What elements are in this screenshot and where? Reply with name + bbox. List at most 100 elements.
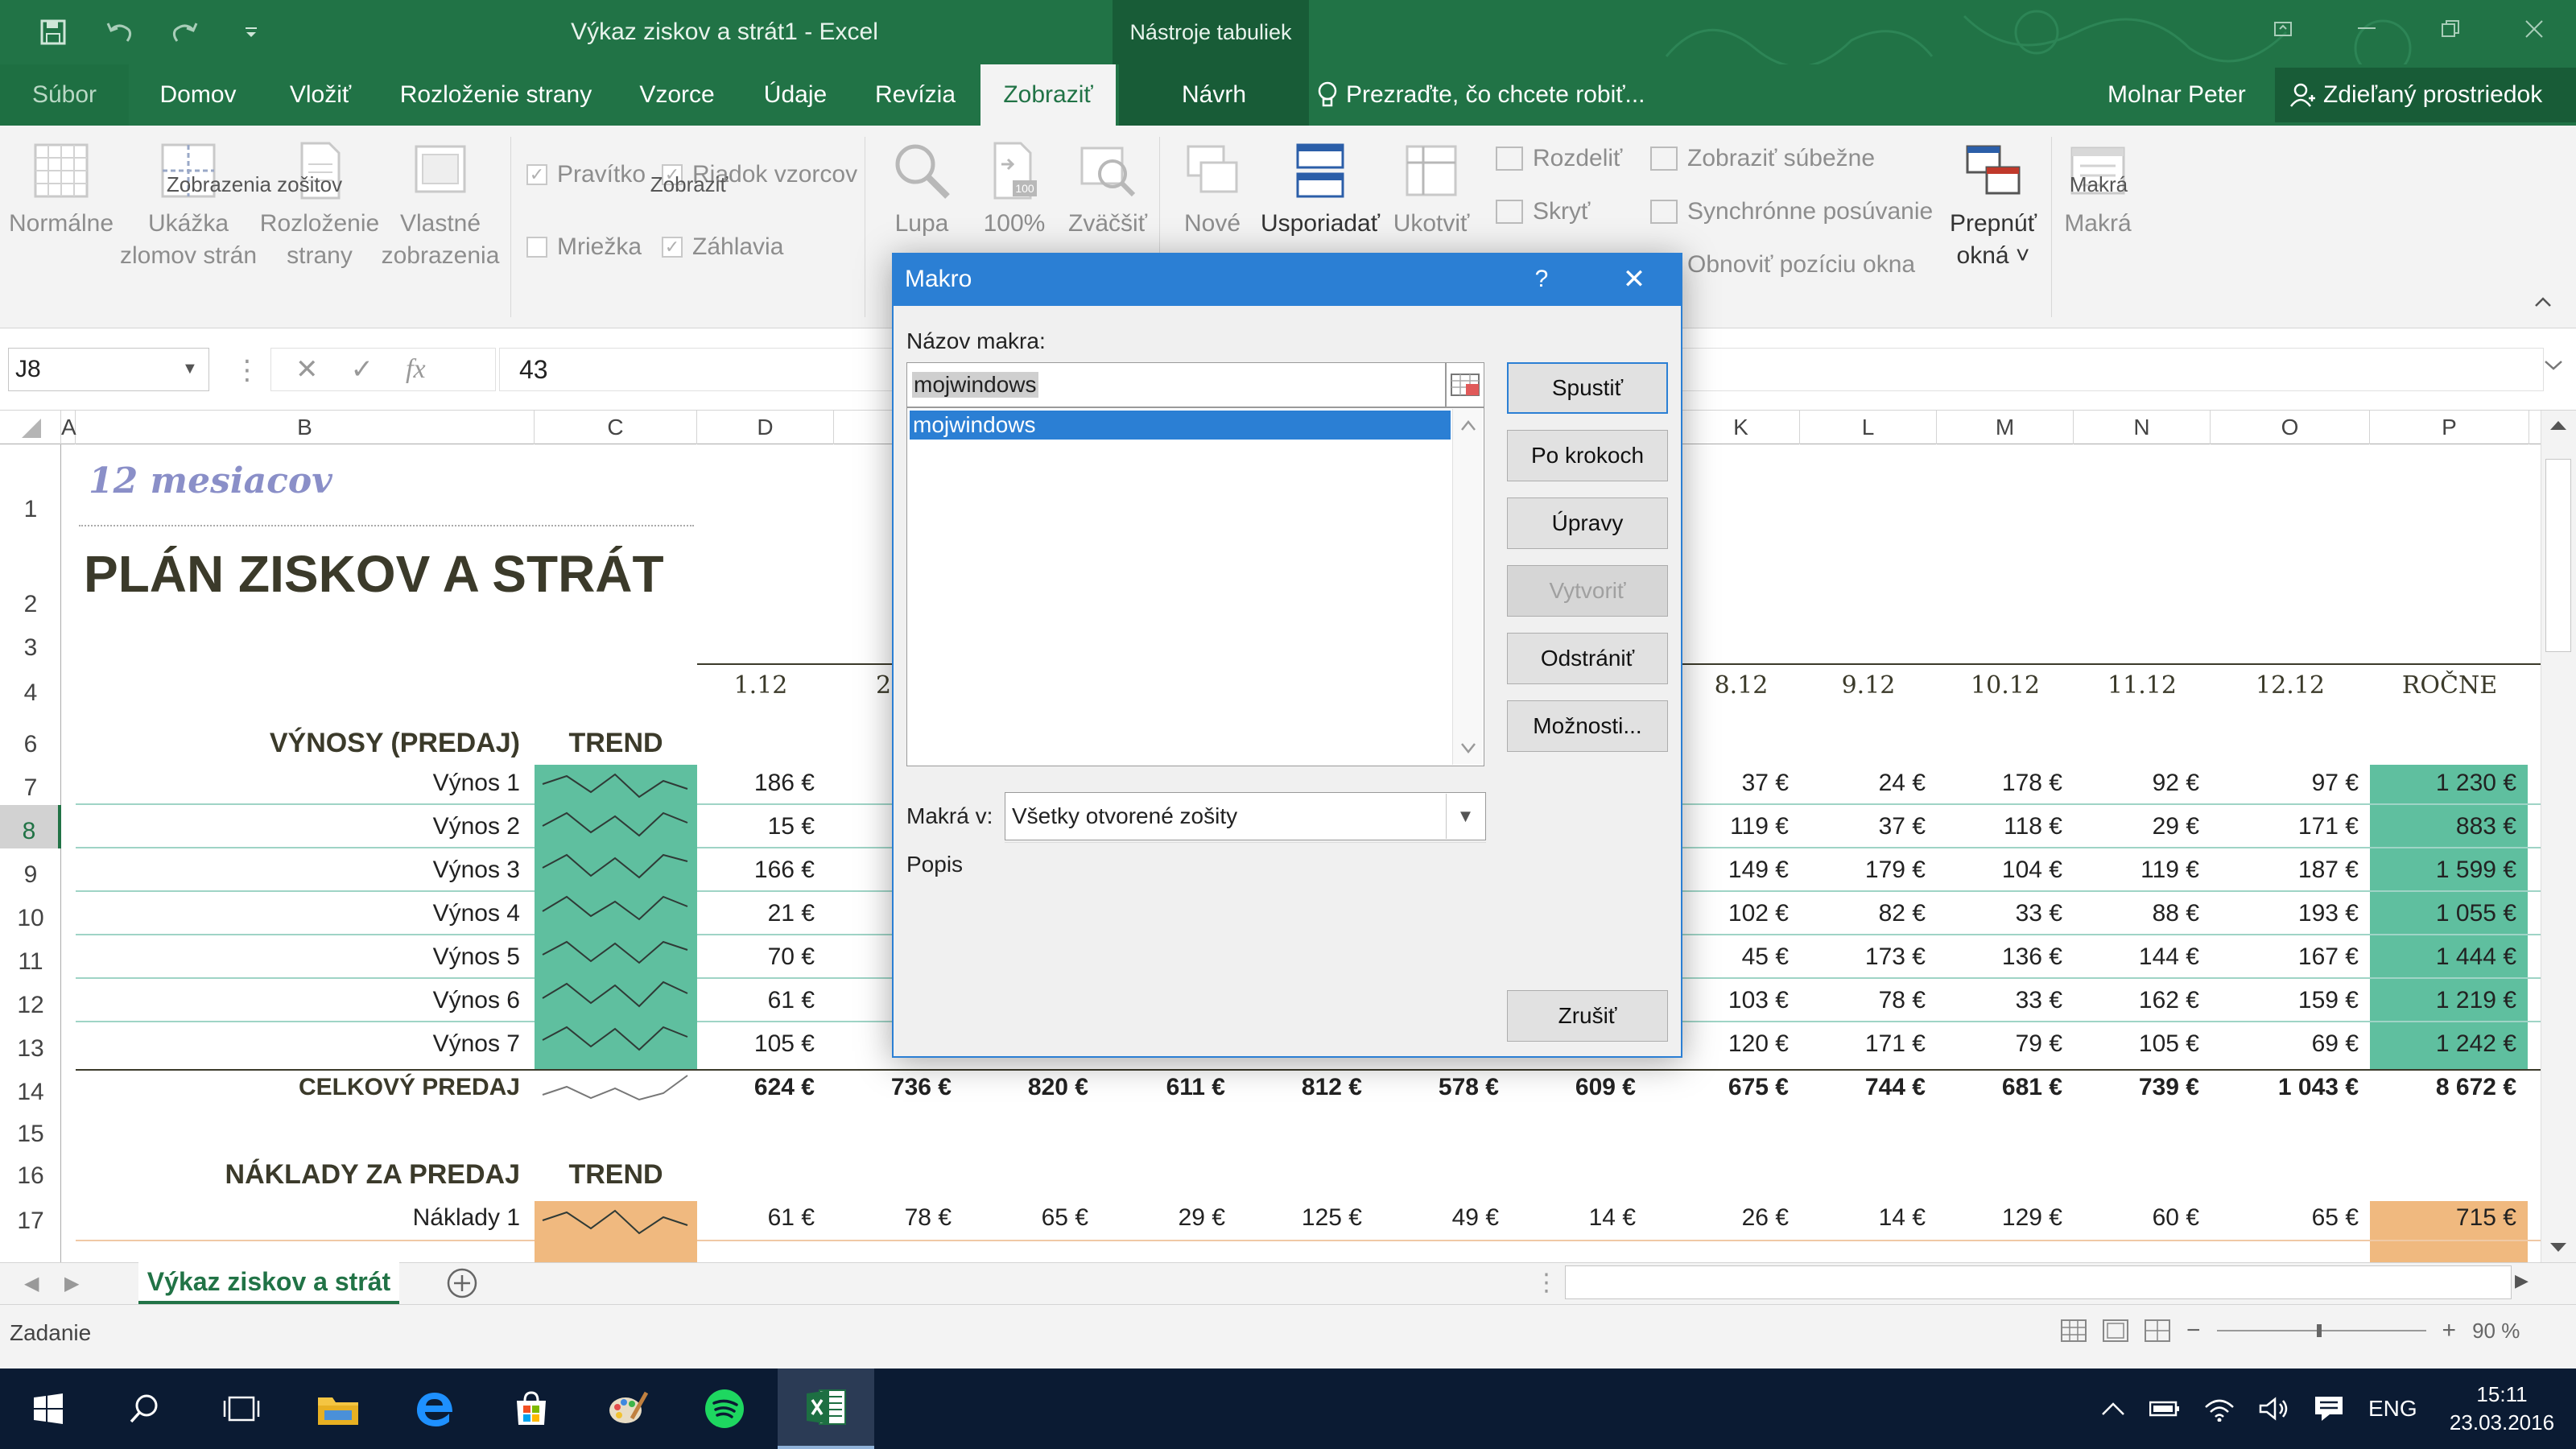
row-header[interactable]: 9 xyxy=(0,848,61,892)
column-header[interactable]: K xyxy=(1682,411,1800,444)
horizontal-scrollbar[interactable] xyxy=(1565,1265,2512,1299)
paint-button[interactable] xyxy=(580,1368,676,1449)
row-header[interactable]: 12 xyxy=(0,979,61,1022)
row-header[interactable]: 16 xyxy=(0,1151,61,1193)
volume-icon[interactable] xyxy=(2259,1396,2289,1422)
column-header[interactable]: C xyxy=(535,411,697,444)
cell-value[interactable]: 105 € xyxy=(697,1030,815,1058)
help-icon[interactable]: ? xyxy=(1513,253,1570,306)
row-header-selected[interactable]: 8 xyxy=(0,805,61,848)
edge-button[interactable] xyxy=(386,1368,483,1449)
cost-value[interactable]: 78 € xyxy=(834,1204,952,1232)
total-value[interactable]: 820 € xyxy=(971,1074,1088,1101)
chevron-up-icon[interactable] xyxy=(2101,1402,2125,1416)
scroll-right-icon[interactable]: ▶ xyxy=(2515,1270,2529,1291)
tab-formulas[interactable]: Vzorce xyxy=(617,64,737,126)
row-header[interactable]: 11 xyxy=(0,935,61,979)
vertical-scroll-thumb[interactable] xyxy=(2545,459,2571,652)
share-button[interactable]: Zdieľaný prostriedok xyxy=(2275,68,2576,122)
wifi-icon[interactable] xyxy=(2204,1396,2235,1422)
total-value[interactable]: 675 € xyxy=(1655,1074,1789,1101)
total-value[interactable]: 1 043 € xyxy=(2211,1074,2359,1101)
cost-value[interactable]: 60 € xyxy=(2074,1204,2199,1232)
store-button[interactable] xyxy=(483,1368,580,1449)
cell-value[interactable]: 1 055 € xyxy=(2370,900,2516,927)
start-button[interactable] xyxy=(0,1368,97,1449)
tell-me-box[interactable]: Prezraďte, čo chcete robiť... xyxy=(1317,64,1645,126)
macro-name-input[interactable]: mojwindows xyxy=(906,362,1446,407)
expand-formula-bar-icon[interactable] xyxy=(2544,359,2563,370)
cell-value[interactable]: 69 € xyxy=(2211,1030,2359,1058)
column-header[interactable] xyxy=(834,411,894,444)
tab-review[interactable]: Revízia xyxy=(855,64,976,126)
name-box[interactable]: J8 xyxy=(8,348,209,391)
total-value[interactable]: 736 € xyxy=(834,1074,952,1101)
cell-value[interactable]: 1 444 € xyxy=(2370,943,2516,971)
cost-value[interactable]: 29 € xyxy=(1108,1204,1225,1232)
macros-in-select[interactable]: Všetky otvorené zošity xyxy=(1005,792,1486,840)
close-window-icon[interactable] xyxy=(2492,0,2576,58)
column-header[interactable]: O xyxy=(2211,411,2370,444)
clock[interactable]: 15:11 23.03.2016 xyxy=(2428,1368,2576,1449)
cell-value[interactable]: 37 € xyxy=(1800,813,1926,840)
language-indicator[interactable]: ENG xyxy=(2368,1396,2417,1422)
add-sheet-icon[interactable] xyxy=(446,1267,478,1299)
cost-value[interactable]: 65 € xyxy=(2211,1204,2359,1232)
run-button[interactable]: Spustiť xyxy=(1507,362,1668,414)
view-side-by-side-button[interactable]: Zobraziť súbežne xyxy=(1650,145,1875,172)
zoom-out-icon[interactable]: − xyxy=(2186,1317,2201,1344)
row-header[interactable]: 13 xyxy=(0,1022,61,1066)
cell-value[interactable]: 33 € xyxy=(1937,900,2062,927)
macro-list[interactable] xyxy=(906,407,1484,766)
cell-value[interactable]: 171 € xyxy=(2211,813,2359,840)
cell-value[interactable]: 171 € xyxy=(1800,1030,1926,1058)
total-value[interactable]: 681 € xyxy=(1937,1074,2062,1101)
cell-value[interactable]: 97 € xyxy=(2211,770,2359,797)
tab-home[interactable]: Domov xyxy=(142,64,254,126)
row-header[interactable]: 1 xyxy=(0,444,61,526)
enter-icon[interactable]: ✓ xyxy=(351,353,374,386)
headings-checkbox[interactable]: ✓ Záhlavia xyxy=(662,233,783,261)
cell-value[interactable]: 70 € xyxy=(697,943,815,971)
zoom-slider[interactable] xyxy=(2216,1323,2426,1339)
tab-insert[interactable]: Vložiť xyxy=(266,64,375,126)
cell-value[interactable]: 15 € xyxy=(697,813,815,840)
cell-value[interactable]: 159 € xyxy=(2211,987,2359,1014)
row-header[interactable]: 4 xyxy=(0,665,61,710)
chevron-down-icon[interactable]: ▼ xyxy=(1446,794,1484,839)
scroll-down-icon[interactable] xyxy=(2549,1241,2568,1254)
spotify-button[interactable] xyxy=(676,1368,773,1449)
total-value[interactable]: 609 € xyxy=(1518,1074,1636,1101)
select-all-corner[interactable] xyxy=(0,411,61,444)
user-name[interactable]: Molnar Peter xyxy=(2107,64,2246,126)
zoom-100-button[interactable]: 100 100% xyxy=(966,140,1063,240)
column-header[interactable]: A xyxy=(61,411,76,444)
cell-value[interactable]: 178 € xyxy=(1937,770,2062,797)
total-value[interactable]: 812 € xyxy=(1245,1074,1362,1101)
new-window-button[interactable]: Nové xyxy=(1164,140,1261,240)
sync-scroll-button[interactable]: Synchrónne posúvanie xyxy=(1650,198,1933,225)
tab-file[interactable]: Súbor xyxy=(0,64,129,126)
edit-button[interactable]: Úpravy xyxy=(1507,497,1668,549)
cell-value[interactable]: 88 € xyxy=(2074,900,2199,927)
cell-value[interactable]: 162 € xyxy=(2074,987,2199,1014)
cell-value[interactable]: 92 € xyxy=(2074,770,2199,797)
cell-value[interactable]: 118 € xyxy=(1937,813,2062,840)
cell-value[interactable]: 166 € xyxy=(697,857,815,884)
minimize-icon[interactable] xyxy=(2325,0,2409,58)
cell-value[interactable]: 37 € xyxy=(1682,770,1789,797)
cell-value[interactable]: 45 € xyxy=(1682,943,1789,971)
page-break-status-icon[interactable] xyxy=(2145,1319,2170,1342)
macro-list-item-selected[interactable]: mojwindows xyxy=(910,411,1451,440)
cell-value[interactable]: 102 € xyxy=(1682,900,1789,927)
cell-value[interactable]: 119 € xyxy=(1682,813,1789,840)
cancel-icon[interactable]: ✕ xyxy=(295,353,319,386)
cell-value[interactable]: 24 € xyxy=(1800,770,1926,797)
cancel-button[interactable]: Zrušiť xyxy=(1507,990,1668,1042)
page-layout-status-icon[interactable] xyxy=(2103,1319,2128,1342)
custom-views-button[interactable]: Vlastné zobrazenia xyxy=(380,140,501,272)
cell-value[interactable]: 82 € xyxy=(1800,900,1926,927)
cost-value[interactable]: 65 € xyxy=(971,1204,1088,1232)
arrange-all-button[interactable]: Usporiadať xyxy=(1256,140,1385,240)
task-view-button[interactable] xyxy=(193,1368,290,1449)
